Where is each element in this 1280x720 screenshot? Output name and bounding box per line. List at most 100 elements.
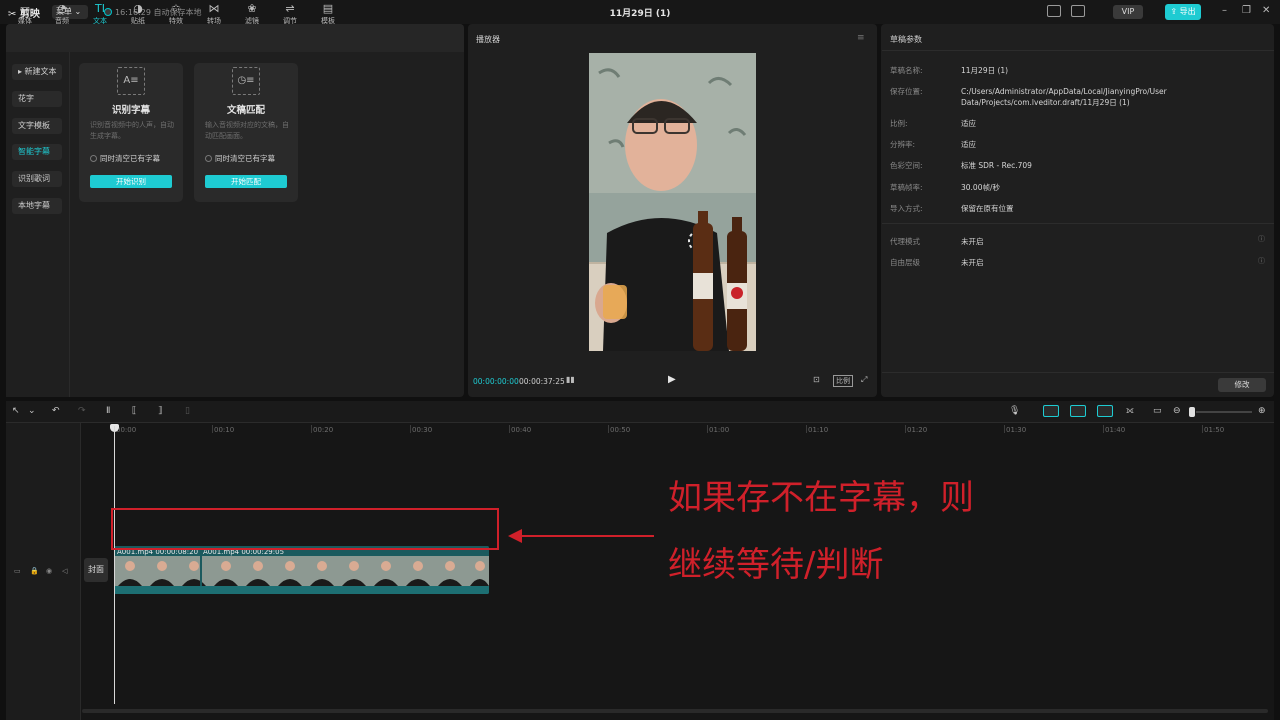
split-left-icon[interactable]: ⟦ bbox=[132, 406, 136, 416]
minimize-icon[interactable]: – bbox=[1222, 5, 1227, 16]
vip-badge[interactable]: VIP bbox=[1113, 5, 1143, 19]
fullscreen-icon[interactable]: ⤢ bbox=[861, 375, 867, 385]
clear-subtitle-checkbox[interactable]: 同时清空已有字幕 bbox=[205, 153, 275, 164]
layout-icon[interactable] bbox=[1071, 5, 1085, 17]
modify-button[interactable]: 修改 bbox=[1218, 378, 1266, 392]
info-icon[interactable]: ⓘ bbox=[1258, 256, 1265, 266]
tool-text[interactable]: TI 文本 bbox=[82, 2, 118, 26]
prop-value: 适应 bbox=[961, 119, 976, 128]
sidenav-text-template[interactable]: 文字模板 bbox=[12, 118, 62, 134]
prop-value: 11月29日 (1) bbox=[961, 66, 1009, 75]
fit-icon[interactable]: ⊡ bbox=[813, 375, 820, 384]
player-menu-icon[interactable]: ≡ bbox=[857, 33, 865, 43]
sidenav-new-text[interactable]: ▸ 新建文本 bbox=[12, 64, 62, 80]
select-tool-icon[interactable]: ↖ bbox=[12, 406, 20, 416]
ruler-tick bbox=[707, 425, 708, 433]
ruler-label: 01:10 bbox=[808, 426, 829, 434]
filter-icon: ❀ bbox=[247, 2, 257, 15]
clear-subtitle-checkbox[interactable]: 同时清空已有字幕 bbox=[90, 153, 160, 164]
waveform-icon[interactable]: ▮▮ bbox=[566, 375, 575, 384]
divider bbox=[882, 223, 1274, 224]
tool-transition[interactable]: ⋈ 转场 bbox=[196, 2, 232, 26]
video-preview[interactable] bbox=[589, 53, 756, 351]
close-icon[interactable]: ✕ bbox=[1262, 5, 1270, 16]
annotation-text-line2: 继续等待/判断 bbox=[668, 545, 884, 585]
prop-value: 未开启 bbox=[961, 258, 984, 267]
card-title: 识别字幕 bbox=[111, 105, 150, 116]
split-icon[interactable]: Ⅱ bbox=[106, 406, 110, 416]
start-recognize-button[interactable]: 开始识别 bbox=[90, 175, 172, 188]
redo-icon[interactable]: ↷ bbox=[78, 406, 86, 416]
zoom-out-icon[interactable]: ⊖ bbox=[1173, 406, 1181, 416]
playhead[interactable] bbox=[114, 426, 115, 704]
zoom-slider[interactable] bbox=[1196, 411, 1252, 413]
tool-template[interactable]: ▤ 模板 bbox=[310, 2, 346, 26]
ruler-tick bbox=[509, 425, 510, 433]
split-right-icon[interactable]: ⟧ bbox=[158, 406, 162, 416]
zoom-slider-handle[interactable] bbox=[1189, 407, 1195, 417]
export-button[interactable]: ⇪ 导出 bbox=[1165, 4, 1201, 20]
checkbox-icon bbox=[90, 155, 97, 162]
annotation-arrow-line bbox=[518, 535, 654, 537]
tool-effects[interactable]: ✩ 特效 bbox=[158, 2, 194, 26]
cover-button[interactable]: 封面 bbox=[84, 558, 108, 582]
current-timecode: 00:00:00:00 bbox=[473, 377, 519, 386]
prop-value: C:/Users/Administrator/AppData/Local/Jia… bbox=[961, 87, 1167, 107]
ruler-tick bbox=[410, 425, 411, 433]
ruler-tick bbox=[608, 425, 609, 433]
ruler-label: 00:10 bbox=[214, 426, 235, 434]
keyboard-icon[interactable] bbox=[1047, 5, 1061, 17]
track-video-icon[interactable]: ▭ bbox=[14, 567, 21, 575]
speaker-icon[interactable]: ◁ bbox=[62, 567, 67, 575]
preview-axis-icon[interactable]: ▭ bbox=[1153, 406, 1162, 416]
ratio-button[interactable]: 比例 bbox=[833, 375, 853, 387]
annotation-text-line1: 如果存不在字幕，则 bbox=[668, 478, 974, 518]
prop-key: 草稿名称: bbox=[890, 66, 923, 75]
tool-adjust[interactable]: ⇌ 调节 bbox=[272, 2, 308, 26]
adjust-icon: ⇌ bbox=[285, 2, 295, 15]
main-track-magnet-icon[interactable] bbox=[1043, 405, 1059, 417]
annotation-highlight-box bbox=[111, 508, 499, 550]
lock-icon[interactable]: 🔒 bbox=[30, 567, 39, 575]
ruler-label: 00:00 bbox=[116, 426, 137, 434]
sidenav-smart-subtitle[interactable]: 智能字幕 bbox=[12, 144, 62, 160]
tool-filter[interactable]: ❀ 滤镜 bbox=[234, 2, 270, 26]
tool-strip bbox=[6, 24, 464, 52]
delete-icon[interactable]: ▯ bbox=[185, 406, 190, 416]
window-title: 11月29日 (1) bbox=[609, 9, 671, 19]
sidenav-local-subtitle[interactable]: 本地字幕 bbox=[12, 198, 62, 214]
sidenav-lyrics[interactable]: 识别歌词 bbox=[12, 171, 62, 187]
tool-sticker[interactable]: ◑ 贴纸 bbox=[120, 2, 156, 26]
ruler-label: 01:30 bbox=[1006, 426, 1027, 434]
start-match-button[interactable]: 开始匹配 bbox=[205, 175, 287, 188]
export-icon: ⇪ bbox=[1170, 7, 1178, 16]
transition-icon: ⋈ bbox=[208, 2, 220, 15]
prop-key: 导入方式: bbox=[890, 204, 923, 213]
effects-icon: ✩ bbox=[171, 2, 181, 15]
undo-icon[interactable]: ↶ bbox=[52, 406, 60, 416]
tool-audio[interactable]: ◔ 音频 bbox=[44, 2, 80, 26]
mic-icon[interactable]: 🎙 bbox=[1009, 406, 1020, 416]
prop-key: 比例: bbox=[890, 119, 908, 128]
play-icon[interactable]: ▶ bbox=[668, 374, 676, 385]
timeline-scrollbar[interactable] bbox=[82, 709, 1268, 713]
info-icon[interactable]: ⓘ bbox=[1258, 234, 1265, 244]
prop-value: 适应 bbox=[961, 140, 976, 149]
divider bbox=[882, 372, 1274, 373]
sidenav-fancy-text[interactable]: 花字 bbox=[12, 91, 62, 107]
auto-snap-icon[interactable] bbox=[1070, 405, 1086, 417]
divider bbox=[882, 50, 1274, 51]
link-icon[interactable]: ⟗ bbox=[1126, 406, 1134, 416]
prop-value: 标准 SDR - Rec.709 bbox=[961, 161, 1032, 170]
ruler-label: 00:30 bbox=[412, 426, 433, 434]
eye-icon[interactable]: ◉ bbox=[46, 567, 52, 575]
prop-key: 代理模式 bbox=[890, 237, 920, 246]
zoom-in-icon[interactable]: ⊕ bbox=[1258, 406, 1266, 416]
chevron-down-icon[interactable]: ⌄ bbox=[28, 406, 36, 416]
tool-media[interactable]: ▭ 媒体 bbox=[7, 2, 43, 26]
ruler-label: 01:00 bbox=[709, 426, 730, 434]
prop-key: 色彩空间: bbox=[890, 161, 923, 170]
linkage-icon[interactable] bbox=[1097, 405, 1113, 417]
prop-key: 分辨率: bbox=[890, 140, 916, 149]
restore-icon[interactable]: ❐ bbox=[1242, 5, 1251, 16]
